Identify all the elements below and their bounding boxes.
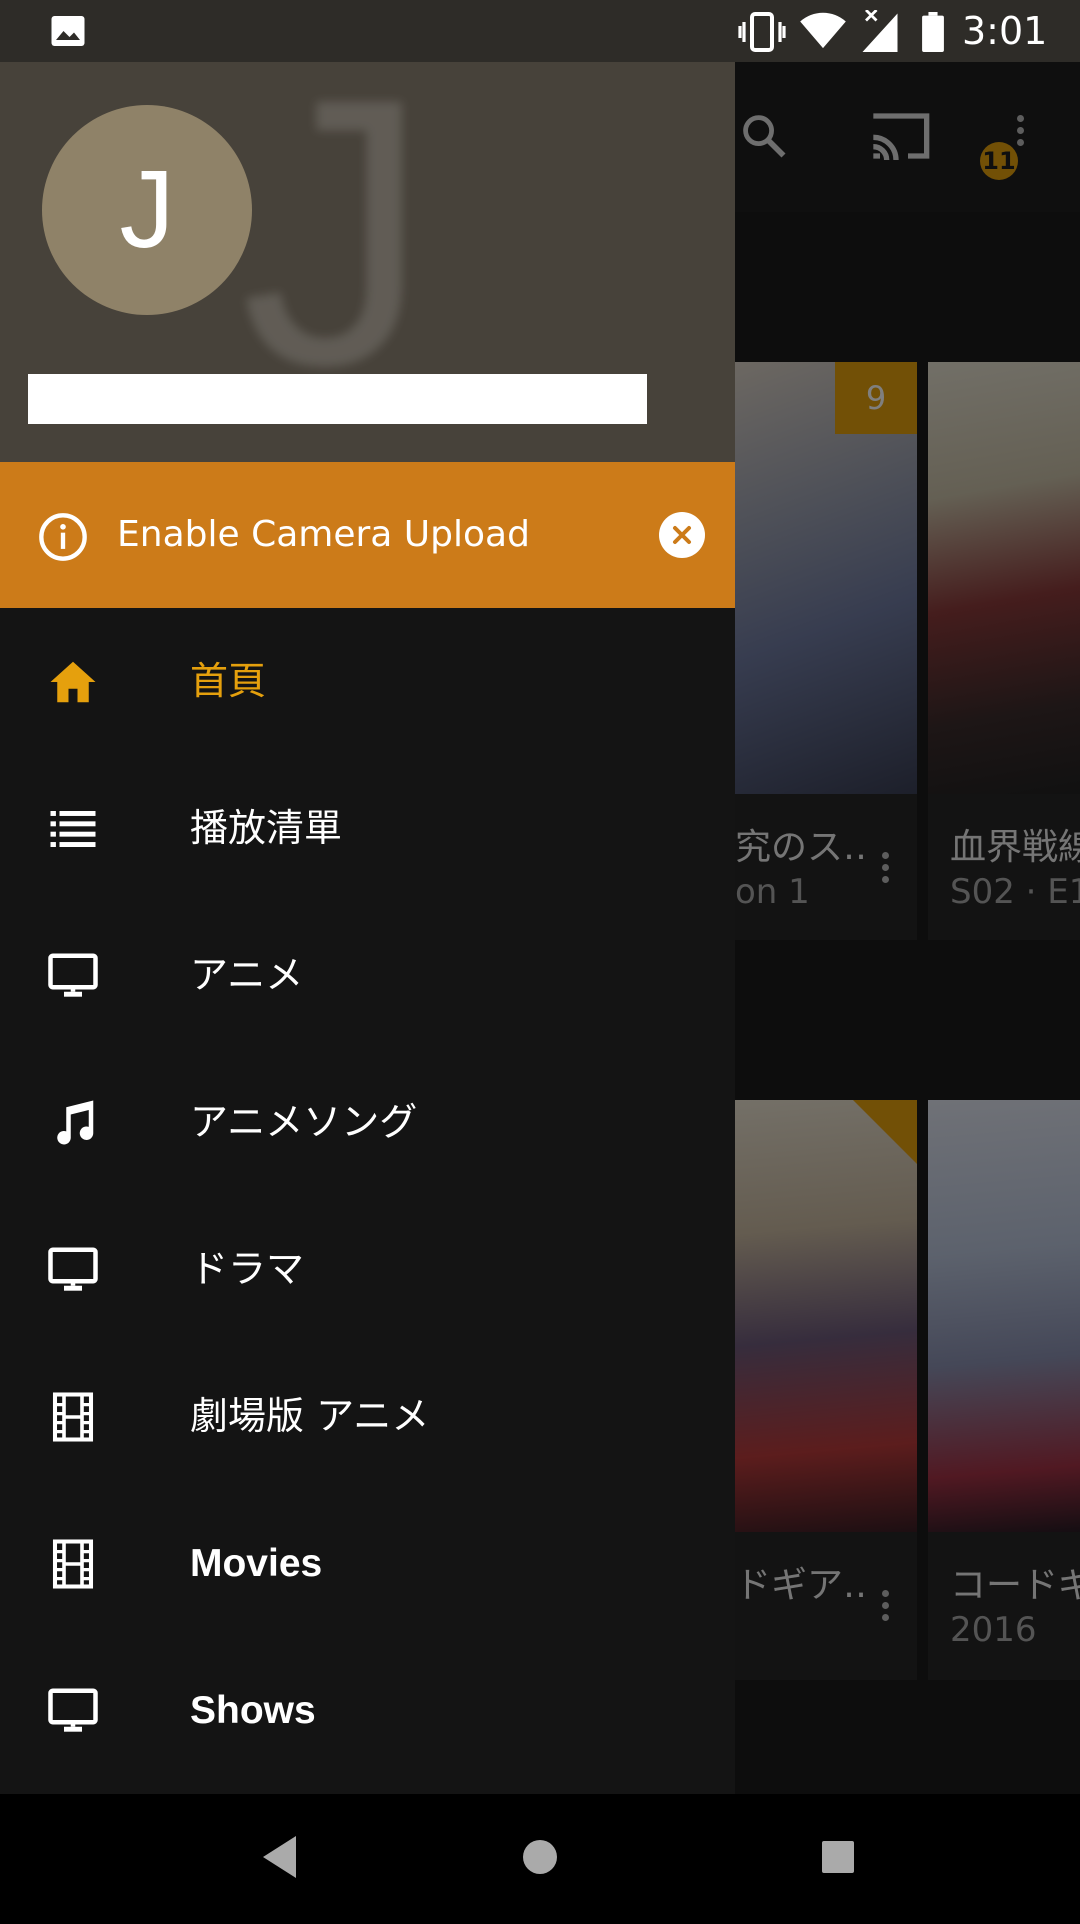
wifi-icon bbox=[800, 12, 846, 54]
drawer-item-label: 播放清單 bbox=[190, 806, 343, 850]
navigation-drawer: J J Enable Camera Upload 首頁 播放清單 アニメ アニメ… bbox=[0, 62, 735, 1794]
film-icon bbox=[46, 1537, 100, 1591]
camera-upload-label: Enable Camera Upload bbox=[117, 514, 530, 555]
status-bar: 3:01 bbox=[0, 0, 1080, 62]
drawer-item-playlists[interactable]: 播放清單 bbox=[0, 755, 735, 902]
system-nav-bar bbox=[0, 1794, 1080, 1920]
drawer-item-label: ドラマ bbox=[190, 1247, 305, 1291]
drawer-item-anime-songs[interactable]: アニメソング bbox=[0, 1049, 735, 1196]
monitor-icon bbox=[46, 949, 100, 1003]
clock: 3:01 bbox=[962, 9, 1048, 53]
home-circle-icon[interactable] bbox=[480, 1794, 600, 1920]
drawer-item-label: アニメソング bbox=[190, 1100, 418, 1144]
film-icon bbox=[46, 1390, 100, 1444]
avatar[interactable]: J bbox=[42, 105, 252, 315]
back-icon[interactable] bbox=[220, 1794, 340, 1920]
vibrate-icon bbox=[738, 12, 786, 56]
account-name-field[interactable] bbox=[28, 374, 647, 424]
music-note-icon bbox=[46, 1096, 100, 1150]
drawer-item-anime-movies[interactable]: 劇場版 アニメ bbox=[0, 1343, 735, 1490]
drawer-item-label: 劇場版 アニメ bbox=[190, 1394, 430, 1438]
battery-icon bbox=[922, 12, 944, 56]
signal-icon bbox=[862, 9, 898, 56]
recents-icon[interactable] bbox=[778, 1794, 898, 1920]
drawer-item-shows[interactable]: Shows bbox=[0, 1637, 735, 1784]
monitor-icon bbox=[46, 1243, 100, 1297]
home-icon bbox=[46, 655, 100, 709]
drawer-item-label: アニメ bbox=[190, 953, 304, 997]
drawer-item-label: Shows bbox=[190, 1689, 316, 1732]
close-icon[interactable] bbox=[659, 512, 705, 558]
drawer-item-movies[interactable]: Movies bbox=[0, 1490, 735, 1637]
drawer-item-anime[interactable]: アニメ bbox=[0, 902, 735, 1049]
drawer-header: J J bbox=[0, 62, 735, 462]
list-icon bbox=[46, 802, 100, 856]
drawer-item-label: Movies bbox=[190, 1542, 323, 1585]
image-icon bbox=[50, 14, 86, 52]
camera-upload-banner[interactable]: Enable Camera Upload bbox=[0, 462, 735, 608]
drawer-nav-list: 首頁 播放清單 アニメ アニメソング ドラマ 劇場版 アニメ Movies Sh… bbox=[0, 608, 735, 1784]
drawer-item-drama[interactable]: ドラマ bbox=[0, 1196, 735, 1343]
drawer-item-home[interactable]: 首頁 bbox=[0, 608, 735, 755]
monitor-icon bbox=[46, 1684, 100, 1738]
info-icon bbox=[37, 511, 89, 567]
header-background-initial: J bbox=[240, 62, 430, 444]
drawer-item-label: 首頁 bbox=[190, 659, 267, 703]
